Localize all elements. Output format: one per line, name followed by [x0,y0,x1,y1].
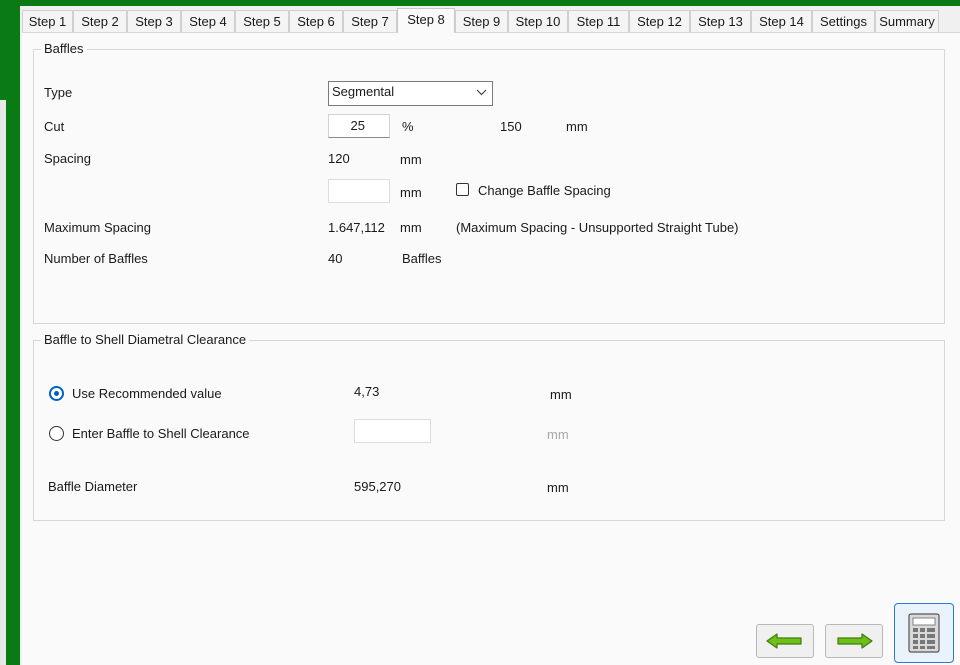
clearance-group-title: Baffle to Shell Diametral Clearance [41,332,250,347]
window-frame-top [0,0,960,6]
type-label: Type [44,85,73,100]
cut-length-value: 150 [500,119,522,134]
tab-step-8[interactable]: Step 8 [397,8,455,33]
tab-step-13[interactable]: Step 13 [690,10,751,32]
max-spacing-unit: mm [400,220,422,235]
tab-step-1[interactable]: Step 1 [22,10,73,32]
recommended-radio[interactable] [49,386,64,401]
tab-step-3[interactable]: Step 3 [127,10,181,32]
cut-unit: % [402,119,414,134]
change-spacing-label[interactable]: Change Baffle Spacing [478,183,611,198]
recommended-value: 4,73 [354,384,380,399]
clearance-group: Baffle to Shell Diametral Clearance Use … [33,332,945,521]
chevron-down-icon [476,82,487,111]
spacing-unit: mm [400,152,422,167]
back-button[interactable] [756,624,814,658]
baffle-diameter-label: Baffle Diameter [48,479,138,494]
tab-step-2[interactable]: Step 2 [73,10,127,32]
enter-clearance-label[interactable]: Enter Baffle to Shell Clearance [72,426,250,441]
spacing-value: 120 [328,151,350,166]
step-8-panel: Baffles Type Segmental Cut 25 % 150 mm S… [22,32,960,665]
tab-step-12[interactable]: Step 12 [629,10,690,32]
tab-settings[interactable]: Settings [812,10,875,32]
baffles-group-title: Baffles [41,41,87,56]
max-spacing-value: 1.647,112 [328,220,385,235]
calculate-button[interactable] [894,603,954,663]
baffle-diameter-value: 595,270 [354,479,401,494]
tab-step-14[interactable]: Step 14 [751,10,812,32]
next-button[interactable] [825,624,883,658]
cut-input[interactable]: 25 [328,114,390,138]
cut-label: Cut [44,119,65,134]
tab-step-10[interactable]: Step 10 [508,10,568,32]
baffle-type-value: Segmental [332,84,395,99]
arrow-left-icon [766,633,802,649]
baffle-diameter-unit: mm [547,480,569,495]
num-baffles-unit: Baffles [402,251,442,266]
enter-clearance-unit: mm [547,427,569,442]
tab-step-4[interactable]: Step 4 [181,10,235,32]
max-spacing-note: (Maximum Spacing - Unsupported Straight … [456,220,739,235]
calculator-icon [908,613,940,653]
enter-clearance-input[interactable] [354,419,431,443]
num-baffles-value: 40 [328,251,343,266]
recommended-unit: mm [550,387,572,402]
tab-step-9[interactable]: Step 9 [455,10,508,32]
tab-step-5[interactable]: Step 5 [235,10,289,32]
num-baffles-label: Number of Baffles [44,251,148,266]
baffles-group: Baffles Type Segmental Cut 25 % 150 mm S… [33,41,945,324]
change-spacing-checkbox[interactable] [456,183,469,196]
arrow-right-icon [837,633,873,649]
left-strip [0,100,6,665]
cut-length-unit: mm [566,119,588,134]
tab-step-7[interactable]: Step 7 [343,10,397,32]
enter-clearance-radio[interactable] [49,426,64,441]
baffle-type-select[interactable]: Segmental [328,81,493,106]
tab-step-11[interactable]: Step 11 [568,10,629,32]
max-spacing-label: Maximum Spacing [44,220,151,235]
spacing-label: Spacing [44,151,91,166]
tab-summary[interactable]: Summary [875,10,939,32]
custom-spacing-input[interactable] [328,179,390,203]
custom-spacing-unit: mm [400,185,422,200]
recommended-label[interactable]: Use Recommended value [72,386,222,401]
tab-step-6[interactable]: Step 6 [289,10,343,32]
